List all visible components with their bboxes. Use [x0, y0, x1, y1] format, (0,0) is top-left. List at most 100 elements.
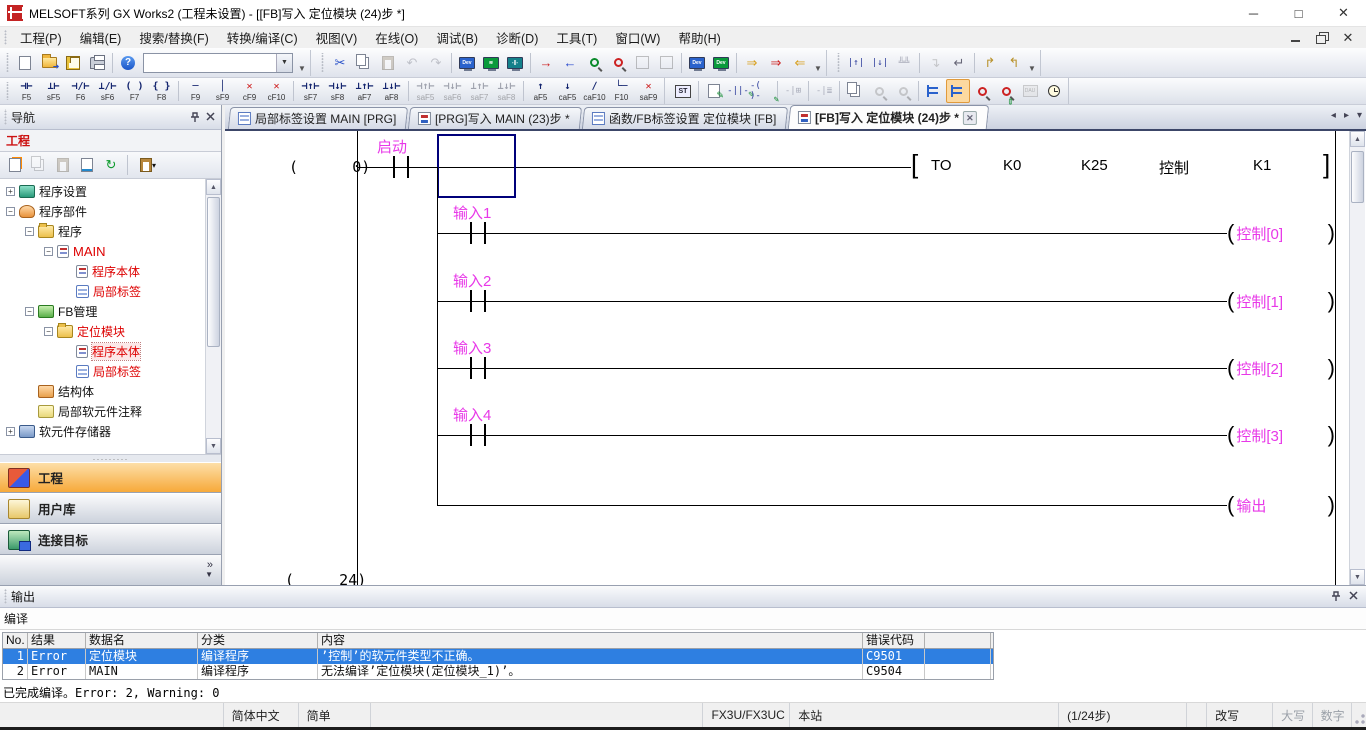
dock-more-button[interactable]: »▼: [0, 555, 221, 585]
operation-result-rising-pulse-button[interactable]: ↓caF5: [554, 79, 581, 104]
invert-operation-results-button[interactable]: ↑aF5: [527, 79, 554, 104]
error-row[interactable]: 2ErrorMAIN编译程序无法编译’定位模块(定位模块_1)’。C9504: [3, 664, 993, 679]
close-branch-button[interactable]: ⊥/⊢sF6: [94, 79, 121, 104]
menu-d[interactable]: 诊断(D): [487, 26, 547, 49]
toolbar-overflow-icon[interactable]: ▼: [1026, 51, 1038, 75]
tab-4[interactable]: [FB]写入 定位模块 (24)步 *✕: [788, 105, 990, 129]
open-contact-button[interactable]: ⊣⊢F5: [13, 79, 40, 104]
dock-splitter-handle[interactable]: ·········: [0, 454, 221, 462]
tree-item[interactable]: 程序本体: [0, 261, 205, 281]
delete-vertical-line-button[interactable]: ✕cF10: [263, 79, 290, 104]
sampling-trace-icon[interactable]: ↰: [1002, 51, 1026, 75]
close-button[interactable]: ✕: [1321, 0, 1366, 26]
falling-pulse-button[interactable]: ⊣↓⊢sF8: [324, 79, 351, 104]
rising-pulse-branch-button[interactable]: ⊥↑⊢aF7: [351, 79, 378, 104]
tab-scroll-right-icon[interactable]: ▸: [1344, 110, 1349, 121]
scroll-down-icon[interactable]: ▼: [206, 438, 221, 454]
tree-expander-icon[interactable]: +: [6, 187, 15, 196]
output-close-icon[interactable]: [1349, 591, 1358, 600]
cut-icon[interactable]: ✂: [328, 51, 352, 75]
nav-refresh-icon[interactable]: ↻: [100, 154, 122, 176]
maximize-button[interactable]: □: [1276, 0, 1321, 26]
nav-new-icon[interactable]: [4, 154, 26, 176]
statement-edit-icon[interactable]: ⇒: [740, 51, 764, 75]
rising-pulse-button[interactable]: ⊣↑⊢sF7: [297, 79, 324, 104]
mdi-restore-button[interactable]: [1314, 31, 1330, 45]
tree-expander-icon[interactable]: −: [44, 327, 53, 336]
application-instruction-button[interactable]: { }F8: [148, 79, 175, 104]
tab-scroll-left-icon[interactable]: ◂: [1331, 110, 1336, 121]
tree-item[interactable]: 程序本体: [0, 341, 205, 361]
documentation-icon[interactable]: [843, 79, 867, 103]
falling-pulse-branch-button[interactable]: ⊥↓⊢aF8: [378, 79, 405, 104]
note-edit-icon[interactable]: ⇒: [764, 51, 788, 75]
program-stop-icon[interactable]: |↓|: [868, 51, 892, 75]
dock-button-lib[interactable]: 用户库: [0, 493, 221, 524]
verify-with-plc-icon[interactable]: -||-: [503, 51, 527, 75]
tree-item[interactable]: +程序设置: [0, 181, 205, 201]
tree-item[interactable]: −MAIN: [0, 241, 205, 261]
tree-expander-icon[interactable]: +: [6, 427, 15, 436]
nav-sort-icon[interactable]: ▾: [133, 154, 163, 176]
ladder-canvas[interactable]: ( 0)( 24)启动[TOK0K25控制K1]输入1(控制[0])输入2(控制…: [225, 131, 1349, 585]
dock-button-proj[interactable]: 工程: [0, 462, 221, 493]
tree-item[interactable]: −程序部件: [0, 201, 205, 221]
toolbar-overflow-icon[interactable]: ▼: [812, 51, 824, 75]
nav-close-icon[interactable]: [206, 112, 215, 121]
menu-f[interactable]: 搜索/替换(F): [130, 26, 217, 49]
tree-item[interactable]: −定位模块: [0, 321, 205, 341]
tree-item[interactable]: 局部标签: [0, 361, 205, 381]
vertical-line-button[interactable]: │sF9: [209, 79, 236, 104]
convert-compile-icon[interactable]: ←: [558, 51, 582, 75]
menu-t[interactable]: 工具(T): [547, 26, 606, 49]
tab-close-icon[interactable]: ✕: [963, 111, 977, 125]
menu-p[interactable]: 工程(P): [11, 26, 71, 49]
toolbar-overflow-icon[interactable]: ▼: [296, 51, 308, 75]
tab-list-dropdown-icon[interactable]: ▾: [1357, 110, 1362, 121]
ladder-scroll-thumb[interactable]: [1351, 151, 1364, 203]
output-pin-icon[interactable]: [1331, 591, 1341, 602]
tab-3[interactable]: 函数/FB标签设置 定位模块 [FB]: [582, 107, 789, 129]
device-batch-read-icon[interactable]: Dev: [685, 51, 709, 75]
ladder-scrollbar[interactable]: ▲ ▼: [1349, 131, 1365, 585]
tree-item[interactable]: +软元件存储器: [0, 421, 205, 441]
convert-icon[interactable]: →: [534, 51, 558, 75]
ladder-scroll-up-icon[interactable]: ▲: [1350, 131, 1365, 147]
ladder-scroll-down-icon[interactable]: ▼: [1350, 569, 1365, 585]
tree-expander-icon[interactable]: −: [25, 227, 34, 236]
execution-time-icon[interactable]: ↱: [978, 51, 1002, 75]
horizontal-line-button[interactable]: ─F9: [182, 79, 209, 104]
menu-w[interactable]: 窗口(W): [606, 26, 669, 49]
edit-cursor-cell[interactable]: [437, 134, 516, 198]
print-icon[interactable]: [85, 51, 109, 75]
device-batch-write-icon[interactable]: Dev: [709, 51, 733, 75]
project-combo-box[interactable]: ▼: [143, 53, 293, 73]
menu-c[interactable]: 转换/编译(C): [218, 26, 307, 49]
close-contact-button[interactable]: ⊣/⊢F6: [67, 79, 94, 104]
tree-expander-icon[interactable]: −: [25, 307, 34, 316]
display-connection-icon[interactable]: [922, 79, 946, 103]
copy-icon[interactable]: [352, 51, 376, 75]
display-comment-icon[interactable]: [946, 79, 970, 103]
save-project-icon[interactable]: [61, 51, 85, 75]
tree-expander-icon[interactable]: −: [44, 247, 53, 256]
tree-scrollbar[interactable]: ▲ ▼: [205, 179, 221, 454]
error-row[interactable]: 1Error定位模块编译程序’控制’的软元件类型不正确。C9501: [3, 649, 993, 664]
partial-execution-icon[interactable]: ↵: [947, 51, 971, 75]
find-device-icon[interactable]: [994, 79, 1018, 103]
tree-expander-icon[interactable]: −: [6, 207, 15, 216]
edit-device-comment-icon[interactable]: [702, 79, 726, 103]
combo-dropdown-icon[interactable]: ▼: [276, 54, 292, 72]
tree-item[interactable]: 局部软元件注释: [0, 401, 205, 421]
monitor-start-icon[interactable]: [582, 51, 606, 75]
inline-st-icon[interactable]: ST: [671, 79, 695, 103]
tree-item[interactable]: −程序: [0, 221, 205, 241]
horizontal-line-input-button[interactable]: └─F10: [608, 79, 635, 104]
find-contact-coil-icon[interactable]: [970, 79, 994, 103]
tab-1[interactable]: 局部标签设置 MAIN [PRG]: [228, 107, 409, 129]
coil-button[interactable]: ( )F7: [121, 79, 148, 104]
menu-o[interactable]: 在线(O): [366, 26, 427, 49]
open-project-icon[interactable]: [37, 51, 61, 75]
menu-b[interactable]: 调试(B): [427, 26, 487, 49]
delete-horizontal-line-button[interactable]: ✕cF9: [236, 79, 263, 104]
